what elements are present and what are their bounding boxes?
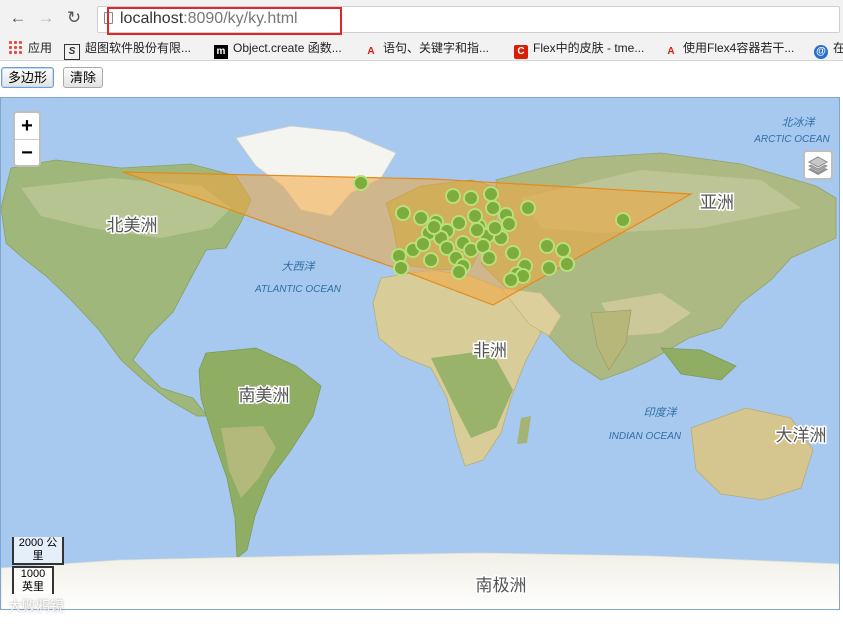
scale-metric-unit-a: 公	[46, 537, 58, 549]
map-marker[interactable]	[467, 208, 483, 224]
bookmark-label: 应用	[28, 41, 53, 55]
label-oceania: 大洋洲	[776, 426, 827, 445]
bookmark-more[interactable]: @ 在	[814, 39, 843, 59]
map-marker[interactable]	[353, 175, 369, 191]
map-marker[interactable]	[539, 238, 555, 254]
label-north-america: 北美洲	[107, 216, 158, 235]
map-marker[interactable]	[451, 264, 467, 280]
map-marker[interactable]	[541, 260, 557, 276]
forward-arrow-icon[interactable]: →	[36, 8, 56, 28]
bookmark-apps[interactable]: 应用	[8, 39, 52, 57]
supermap-icon: S	[64, 44, 80, 60]
map-marker[interactable]	[520, 200, 536, 216]
zoom-control: + −	[13, 111, 41, 167]
c-logo-icon: C	[514, 45, 528, 59]
label-south-america: 南美洲	[239, 386, 290, 405]
map-marker[interactable]	[505, 245, 521, 261]
map-marker[interactable]	[485, 200, 501, 216]
label-africa: 非洲	[473, 341, 507, 360]
map-marker[interactable]	[423, 252, 439, 268]
bookmark-label: Object.create 函数...	[233, 41, 342, 55]
label-indian-en: INDIAN OCEAN	[609, 431, 682, 442]
polygon-button[interactable]: 多边形	[1, 67, 55, 88]
reload-icon[interactable]: ↻	[64, 8, 84, 28]
map-marker[interactable]	[503, 272, 519, 288]
map-canvas[interactable]: 北美洲 南美洲 非洲 亚洲 大洋洲 南极洲 大西洋 ATLANTIC OCEAN…	[1, 98, 840, 610]
map-marker[interactable]	[393, 260, 409, 276]
map-marker[interactable]	[395, 205, 411, 221]
scale-imperial: 1000 英里	[12, 566, 54, 594]
bookmarks-bar: 应用 S 超图软件股份有限... m Object.create 函数... A 语句…	[0, 36, 843, 61]
antarctica	[1, 552, 839, 609]
layers-icon	[807, 156, 829, 175]
map-marker[interactable]	[469, 222, 485, 238]
label-arctic-cn: 北冰洋	[782, 116, 817, 129]
bookmark-label: 语句、关键字和指...	[383, 41, 490, 55]
m-logo-icon: m	[214, 45, 228, 59]
map-marker[interactable]	[463, 190, 479, 206]
zoom-in-button[interactable]: +	[15, 113, 39, 140]
map-marker[interactable]	[445, 188, 461, 204]
layers-button[interactable]	[803, 150, 833, 180]
map-marker[interactable]	[501, 216, 517, 232]
bookmark-flex4[interactable]: A 使用Flex4容器若干...	[664, 39, 794, 57]
map-view[interactable]: 北美洲 南美洲 非洲 亚洲 大洋洲 南极洲 大西洋 ATLANTIC OCEAN…	[0, 97, 840, 610]
map-marker[interactable]	[559, 256, 575, 272]
map-marker[interactable]	[415, 236, 431, 252]
map-marker[interactable]	[451, 215, 467, 231]
zoom-out-button[interactable]: −	[15, 140, 39, 166]
scale-metric: 2000 公里	[12, 537, 64, 565]
label-atlantic-en: ATLANTIC OCEAN	[254, 284, 342, 295]
map-marker[interactable]	[555, 242, 571, 258]
globe-icon: @	[814, 45, 828, 59]
back-arrow-icon[interactable]: ←	[8, 8, 28, 28]
map-marker[interactable]	[487, 220, 503, 236]
scale-imperial-unit: 英里	[22, 581, 44, 593]
apps-grid-icon	[8, 40, 22, 54]
scale-imperial-value: 1000	[20, 568, 46, 580]
scale-metric-unit-b: 里	[32, 550, 44, 562]
browser-toolbar: ← → ↻ localhost:8090/ky/ky.html	[0, 0, 843, 36]
label-asia: 亚洲	[700, 193, 734, 212]
watermark: 大败鸦镜	[8, 598, 64, 614]
bookmark-label: Flex中的皮肤 - tme...	[533, 41, 645, 55]
map-marker[interactable]	[413, 210, 429, 226]
adobe-icon: A	[667, 46, 675, 57]
bookmark-flex-skin[interactable]: C Flex中的皮肤 - tme...	[514, 39, 645, 59]
map-marker[interactable]	[426, 219, 442, 235]
label-arctic-en: ARCTIC OCEAN	[753, 134, 830, 145]
clear-button[interactable]: 清除	[63, 67, 104, 88]
bookmark-label: 使用Flex4容器若干...	[683, 41, 795, 55]
bookmark-label: 超图软件股份有限...	[85, 41, 192, 55]
bookmark-label: 在	[833, 41, 843, 55]
bookmark-object-create[interactable]: m Object.create 函数...	[214, 39, 342, 59]
map-marker[interactable]	[483, 186, 499, 202]
adobe-icon: A	[367, 46, 375, 57]
scale-metric-value: 2000	[18, 537, 44, 549]
label-antarctica: 南极洲	[476, 576, 527, 595]
label-atlantic-cn: 大西洋	[282, 260, 317, 273]
map-marker[interactable]	[615, 212, 631, 228]
label-indian-cn: 印度洋	[644, 406, 679, 419]
map-marker[interactable]	[481, 250, 497, 266]
url-highlight-box	[107, 7, 342, 35]
bookmark-supermap[interactable]: S 超图软件股份有限...	[64, 39, 192, 60]
bookmark-statements[interactable]: A 语句、关键字和指...	[364, 39, 489, 57]
